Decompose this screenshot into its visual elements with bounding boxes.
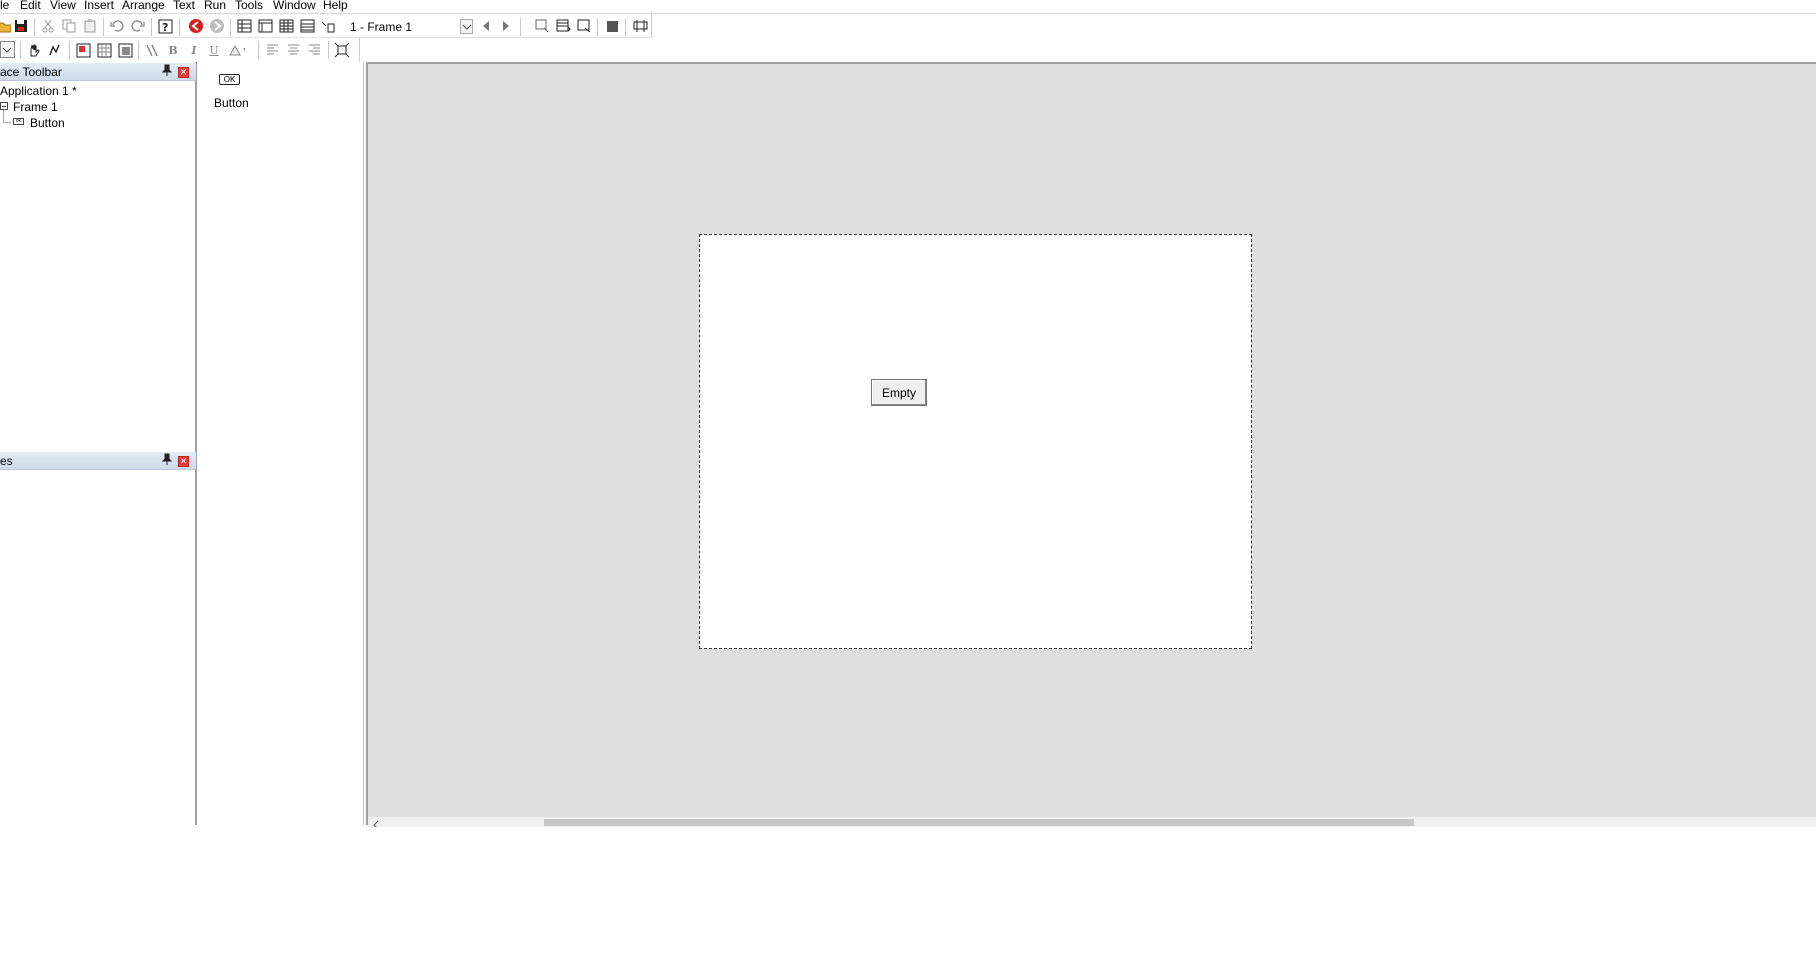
align-center-icon[interactable] (286, 42, 302, 58)
toolbar-row-1: ? 1 - Frame 1 (0, 14, 652, 38)
pin-icon[interactable] (161, 64, 174, 78)
menu-tools[interactable]: Tools (235, 0, 263, 13)
run-icon[interactable] (632, 18, 648, 34)
menu-edit[interactable]: Edit (20, 0, 41, 13)
list-view-icon[interactable] (299, 18, 315, 34)
toolbar-row-2: B I U (0, 38, 360, 62)
panel-header-bottom: es ✕ (0, 452, 196, 470)
property-edit-icon[interactable] (320, 18, 336, 34)
align-right-icon[interactable] (307, 42, 323, 58)
underline-icon[interactable]: U (206, 42, 222, 58)
left-panel (0, 62, 197, 825)
menu-run[interactable]: Run (204, 0, 226, 13)
back-icon[interactable] (188, 18, 204, 34)
empty-button-label: Empty (881, 385, 916, 400)
tree-connector-line (3, 122, 11, 123)
text-style-icon[interactable] (144, 42, 160, 58)
tree-item-application[interactable]: Application 1 * (0, 84, 77, 98)
frame-list-icon[interactable] (555, 18, 571, 34)
menu-text[interactable]: Text (173, 0, 195, 13)
menu-file[interactable]: le (0, 0, 9, 13)
frame-view-icon[interactable] (257, 18, 273, 34)
menu-window[interactable]: Window (273, 0, 316, 13)
copy-icon[interactable] (61, 18, 77, 34)
palette-button-label[interactable]: Button (214, 96, 249, 110)
italic-icon[interactable]: I (186, 42, 202, 58)
bottom-strip (0, 827, 1816, 955)
svg-text:?: ? (162, 21, 168, 34)
chevron-down-icon[interactable] (460, 19, 473, 34)
scroll-left-icon[interactable] (371, 818, 381, 830)
panel-header-top: ace Toolbar ✕ (0, 63, 196, 81)
button-node-icon: ok (13, 118, 24, 125)
tree-connector-line (3, 110, 4, 122)
tree-item-button[interactable]: Button (30, 116, 65, 130)
ok-button-icon[interactable]: OK (219, 74, 240, 85)
cut-icon[interactable] (40, 18, 56, 34)
menu-insert[interactable]: Insert (84, 0, 114, 13)
pin-icon[interactable] (161, 453, 174, 467)
ok-icon-text: OK (223, 75, 236, 84)
help-context-icon[interactable]: ? (157, 18, 173, 34)
save-icon[interactable] (13, 18, 29, 34)
previous-frame-icon[interactable] (478, 18, 494, 34)
panel-title-top: ace Toolbar (0, 65, 62, 79)
shade-icon[interactable] (117, 42, 133, 58)
next-frame-icon[interactable] (498, 18, 514, 34)
forward-icon[interactable] (209, 18, 225, 34)
grid-view-1-icon[interactable] (236, 18, 252, 34)
open-icon[interactable] (0, 18, 12, 34)
hand-tool-icon[interactable] (26, 42, 42, 58)
align-left-icon[interactable] (265, 42, 281, 58)
object-palette: OK Button (199, 62, 364, 825)
menu-help[interactable]: Help (323, 0, 348, 13)
text-color-icon[interactable] (229, 42, 245, 58)
font-select-dropdown[interactable] (0, 41, 15, 58)
menu-bar: le Edit View Insert Arrange Text Run Too… (0, 0, 1816, 14)
redo-icon[interactable] (130, 18, 146, 34)
fit-to-window-icon[interactable] (334, 42, 350, 58)
panel-title-bottom: es (0, 454, 13, 468)
scrollbar-thumb[interactable] (544, 819, 1414, 826)
frame-select-value: 1 - Frame 1 (350, 20, 413, 34)
collapse-icon[interactable] (0, 102, 8, 110)
paste-icon[interactable] (82, 18, 98, 34)
close-icon[interactable]: ✕ (178, 67, 189, 78)
menu-arrange[interactable]: Arrange (122, 0, 165, 13)
table-view-icon[interactable] (278, 18, 294, 34)
frame-canvas[interactable] (699, 234, 1252, 649)
frame-select[interactable]: 1 - Frame 1 (343, 16, 473, 36)
undo-icon[interactable] (109, 18, 125, 34)
menu-view[interactable]: View (50, 0, 76, 13)
empty-button[interactable]: Empty (871, 379, 927, 406)
tree-item-frame[interactable]: Frame 1 (13, 100, 58, 114)
draw-tool-icon[interactable] (47, 42, 63, 58)
frame-export-icon[interactable] (576, 18, 592, 34)
stop-icon[interactable] (604, 18, 620, 34)
fill-color-icon[interactable] (75, 42, 91, 58)
add-frame-icon[interactable] (534, 18, 550, 34)
close-icon[interactable]: ✕ (178, 456, 189, 467)
border-grid-icon[interactable] (96, 42, 112, 58)
bold-icon[interactable]: B (165, 42, 181, 58)
